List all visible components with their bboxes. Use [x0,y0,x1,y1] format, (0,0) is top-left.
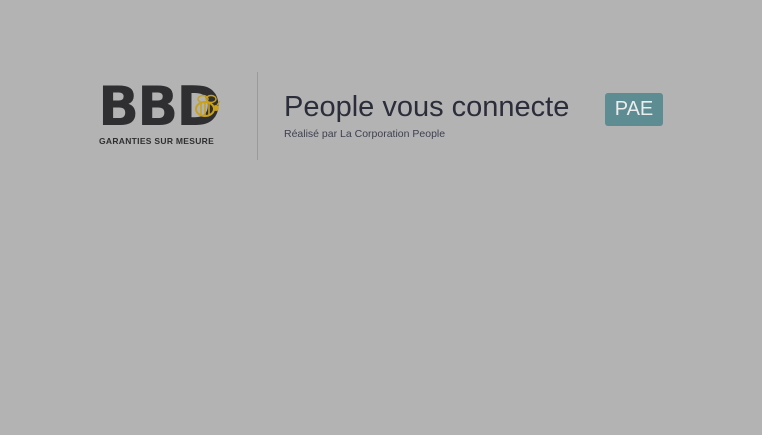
pae-badge: PAE [605,93,663,126]
logo-divider [257,72,258,160]
bee-icon [195,94,221,117]
page: BBD GARANTIES SUR MESURE People vous con… [0,0,762,435]
people-subtitle: Réalisé par La Corporation People [284,128,446,140]
bbd-tagline: GARANTIES SUR MESURE [99,136,215,146]
header-logos: BBD GARANTIES SUR MESURE People vous con… [98,72,678,162]
people-title: People vous connecte [284,91,570,123]
bbd-logo: BBD GARANTIES SUR MESURE [98,80,232,148]
